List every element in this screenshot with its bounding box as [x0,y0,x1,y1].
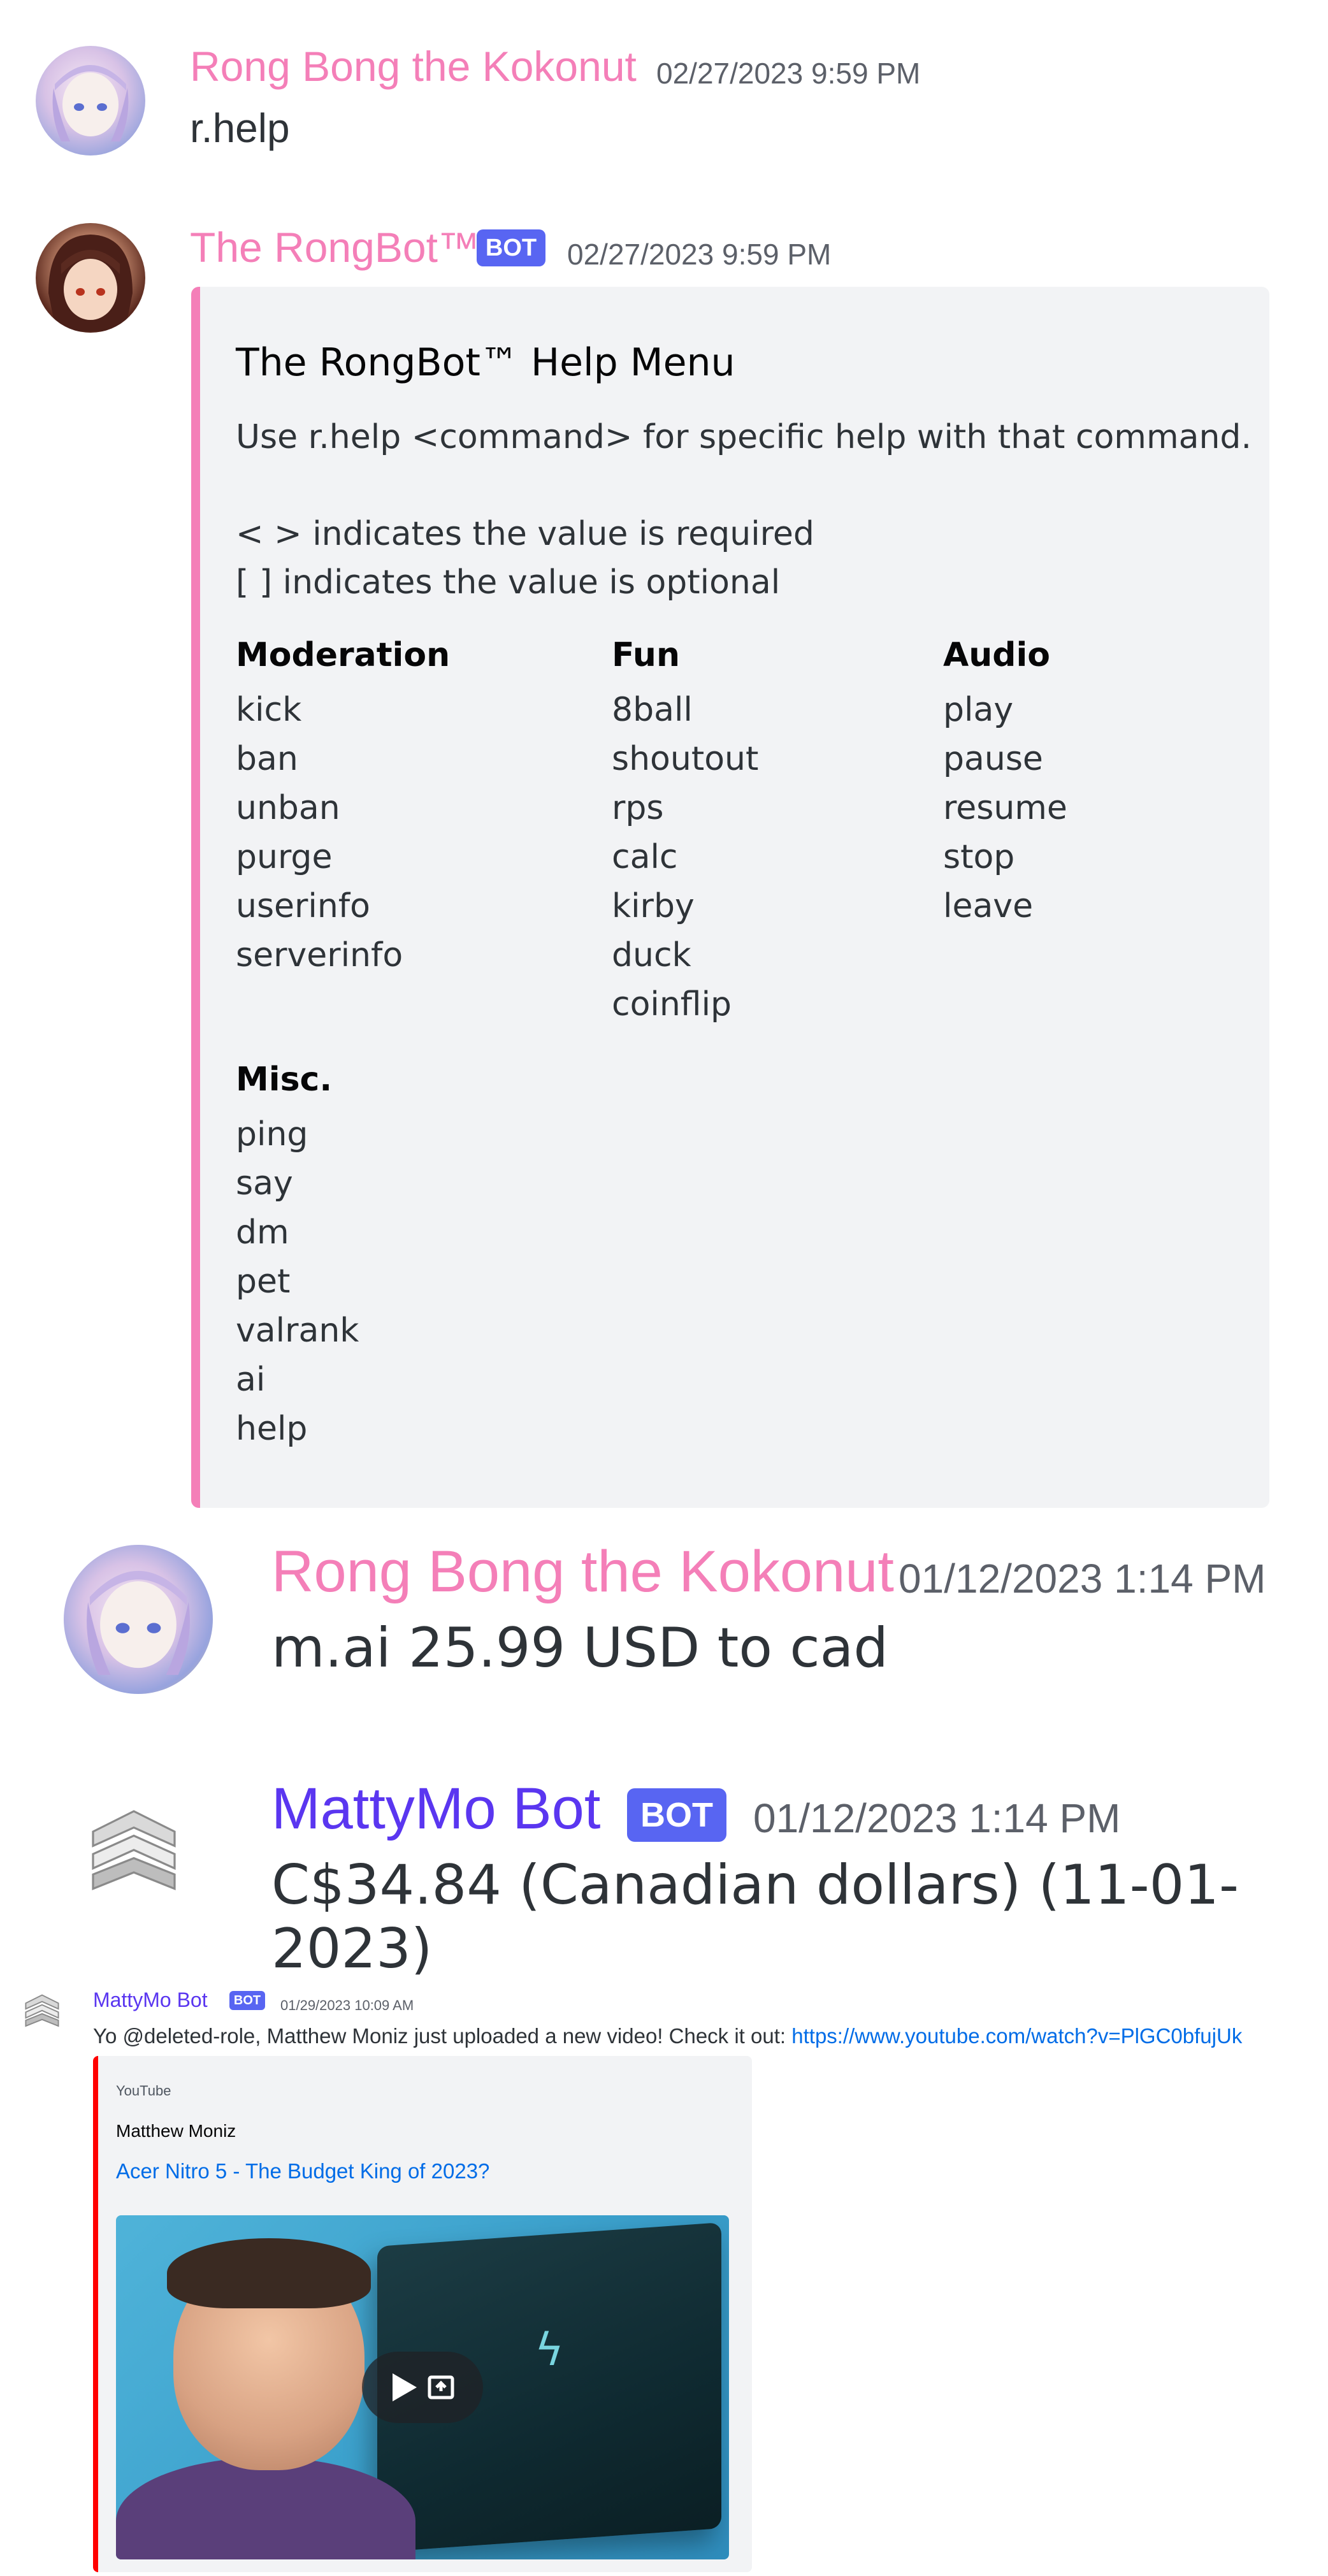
bot-tag: BOT [627,1788,726,1842]
embed-description-line: [ ] indicates the value is optional [236,563,781,602]
person-hair [167,2238,371,2308]
command-item: calc [612,838,678,876]
message-rong-help: Rong Bong the Kokonut 02/27/2023 9:59 PM… [0,0,1328,191]
timestamp: 01/12/2023 1:14 PM [899,1556,1266,1602]
command-item: pet [236,1263,291,1301]
popout-icon[interactable] [427,2372,456,2401]
author-name[interactable]: Rong Bong the Kokonut [190,42,637,90]
avatar-art [87,1570,190,1675]
command-item: stop [943,838,1015,876]
laptop-logo: ϟ [534,2324,565,2376]
timestamp: 02/27/2023 9:59 PM [567,238,832,271]
avatar-rongbot[interactable] [36,223,145,333]
embed-description-line: < > indicates the value is required [236,515,814,553]
stacked-chevron-logo-icon[interactable] [22,1991,62,2032]
avatar-art [52,65,129,141]
command-item: duck [612,936,691,974]
avatar-art [25,1994,59,2027]
play-button[interactable] [362,2352,483,2423]
author-name[interactable]: MattyMo Bot [93,1988,208,2012]
embed-accent-bar [191,287,200,1508]
timestamp: 02/27/2023 9:59 PM [656,57,921,90]
field-title: Audio [943,636,1051,674]
command-item: coinflip [612,985,732,1024]
embed-author[interactable]: Matthew Moniz [116,2121,236,2141]
command-item: kick [236,691,302,729]
command-item: say [236,1164,293,1203]
command-item: rps [612,789,664,827]
message-content: r.help [190,105,290,151]
embed-description-line: Use r.help <command> for specific help w… [236,418,1252,456]
message-text: Yo @deleted-role, Matthew Moniz just upl… [93,2024,792,2048]
command-item: ban [236,740,298,778]
field-moderation: Moderation kick ban unban purge userinfo… [236,631,450,980]
avatar-art [48,235,133,331]
field-misc: Misc. ping say dm pet valrank ai help [236,1055,359,1454]
command-item: 8ball [612,691,693,729]
bot-tag: BOT [229,1991,265,2010]
field-fun: Fun 8ball shoutout rps calc kirby duck c… [612,631,758,1029]
command-item: valrank [236,1312,359,1350]
command-item: ping [236,1115,308,1154]
embed-provider: YouTube [116,2083,171,2099]
message-content: m.ai 25.99 USD to cad [271,1616,888,1680]
person-shirt [116,2457,415,2559]
field-title: Fun [612,636,680,674]
command-item: leave [943,887,1034,925]
command-item: ai [236,1361,266,1399]
video-link[interactable]: https://www.youtube.com/watch?v=PlGC0bfu… [791,2024,1242,2048]
command-item: pause [943,740,1043,778]
author-name[interactable]: Rong Bong the Kokonut [271,1538,894,1605]
command-item: unban [236,789,340,827]
help-embed: The RongBot™ Help Menu Use r.help <comma… [191,287,1269,1508]
avatar-rong-bong[interactable] [64,1545,213,1694]
command-item: kirby [612,887,695,925]
bot-tag: BOT [477,229,545,266]
youtube-embed: YouTube Matthew Moniz Acer Nitro 5 - The… [93,2056,752,2572]
play-icon [393,2373,417,2401]
embed-accent-bar [93,2056,98,2572]
message-content: Yo @deleted-role, Matthew Moniz just upl… [93,2024,1242,2048]
command-item: userinfo [236,887,370,925]
field-audio: Audio play pause resume stop leave [943,631,1067,931]
avatar-rong-bong[interactable] [36,46,145,156]
field-title: Moderation [236,636,451,674]
stacked-chevron-logo-icon[interactable] [83,1801,185,1903]
message-content: C$34.84 (Canadian dollars) (11-01-2023) [271,1853,1239,1981]
command-item: shoutout [612,740,759,778]
command-item: purge [236,838,333,876]
command-item: dm [236,1213,289,1252]
command-item: resume [943,789,1067,827]
embed-title-link[interactable]: Acer Nitro 5 - The Budget King of 2023? [116,2159,489,2183]
field-title: Misc. [236,1060,333,1099]
command-item: help [236,1410,308,1448]
avatar-art [92,1810,176,1890]
embed-title: The RongBot™ Help Menu [236,340,735,385]
author-name[interactable]: The RongBot™ [190,223,480,271]
command-item: serverinfo [236,936,403,974]
command-item: play [943,691,1014,729]
video-thumbnail[interactable]: ϟ [116,2215,729,2559]
author-name[interactable]: MattyMo Bot [271,1776,600,1842]
timestamp: 01/29/2023 10:09 AM [280,1997,414,2013]
timestamp: 01/12/2023 1:14 PM [753,1795,1121,1841]
